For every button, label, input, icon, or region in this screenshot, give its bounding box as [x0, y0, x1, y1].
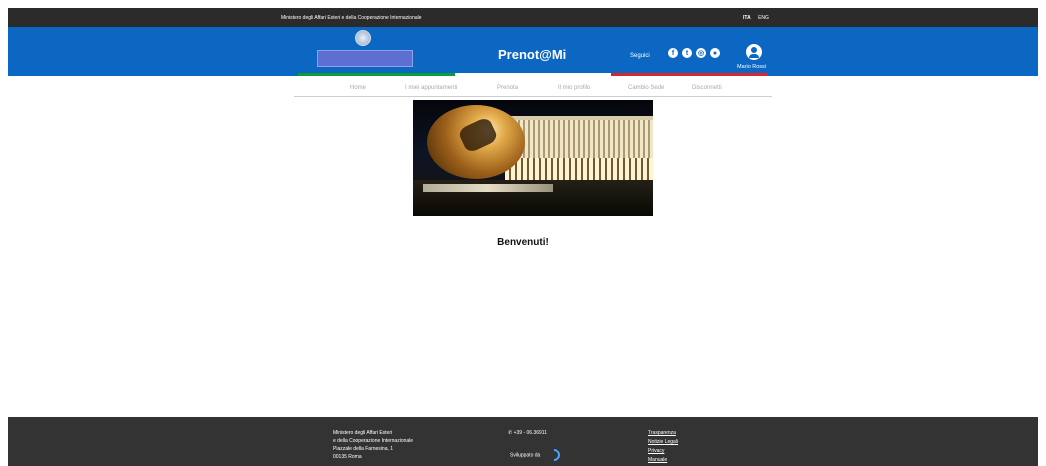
nav-home[interactable]: Home: [350, 85, 366, 91]
footer-links: Trasparenza Notizie Legali Privacy Manua…: [648, 429, 678, 465]
welcome-heading: Benvenuti!: [497, 237, 549, 248]
facebook-icon[interactable]: f: [668, 48, 678, 58]
nav-change-office[interactable]: Cambio Sede: [628, 85, 664, 91]
nav-my-profile[interactable]: Il mio profilo: [558, 85, 590, 91]
nav-book[interactable]: Prenota: [497, 85, 518, 91]
social-links: f t ◎ ●: [668, 48, 720, 58]
nav-my-appointments[interactable]: I miei appuntamenti: [405, 85, 457, 91]
nav-logout[interactable]: Disconnetti: [692, 85, 722, 91]
hero-image: [413, 100, 653, 216]
user-name[interactable]: Mario Rossi: [737, 64, 766, 70]
top-bar: Ministero degli Affari Esteri e della Co…: [8, 8, 1038, 27]
phone-icon: ✆: [508, 430, 513, 436]
footer-phone: ✆ +39 - 06.36911: [508, 430, 547, 436]
follow-label: Seguici: [630, 53, 650, 59]
footer: Ministero degli Affari Esteri e della Co…: [8, 417, 1038, 466]
main-header: Prenot@Mi Seguici f t ◎ ● Mario Rossi: [8, 27, 1038, 76]
footer-link-manual[interactable]: Manuale: [648, 456, 678, 465]
footer-link-transparency[interactable]: Trasparenza: [648, 429, 678, 438]
app-frame: Ministero degli Affari Esteri e della Co…: [8, 8, 1038, 466]
ministry-name: Ministero degli Affari Esteri e della Co…: [281, 15, 422, 21]
main-nav: Home I miei appuntamenti Prenota Il mio …: [294, 76, 772, 97]
twitter-icon[interactable]: t: [682, 48, 692, 58]
footer-link-legal[interactable]: Notizie Legali: [648, 438, 678, 447]
ministry-logo[interactable]: [317, 50, 413, 67]
footer-developed-by: Sviluppato da: [510, 446, 563, 464]
lang-ita[interactable]: ITA: [743, 15, 751, 21]
phone-number: +39 - 06.36911: [513, 430, 548, 436]
footer-link-privacy[interactable]: Privacy: [648, 447, 678, 456]
instagram-icon[interactable]: ◎: [696, 48, 706, 58]
emblem-icon: [355, 30, 371, 46]
lang-eng[interactable]: ENG: [758, 15, 769, 21]
brand-title[interactable]: Prenot@Mi: [498, 47, 566, 62]
developer-logo-icon[interactable]: [545, 446, 563, 464]
language-switcher: ITA ENG: [743, 15, 775, 21]
footer-address: Ministero degli Affari Esteri e della Co…: [333, 430, 414, 460]
globe-icon[interactable]: ●: [710, 48, 720, 58]
user-avatar-icon[interactable]: [746, 44, 762, 60]
